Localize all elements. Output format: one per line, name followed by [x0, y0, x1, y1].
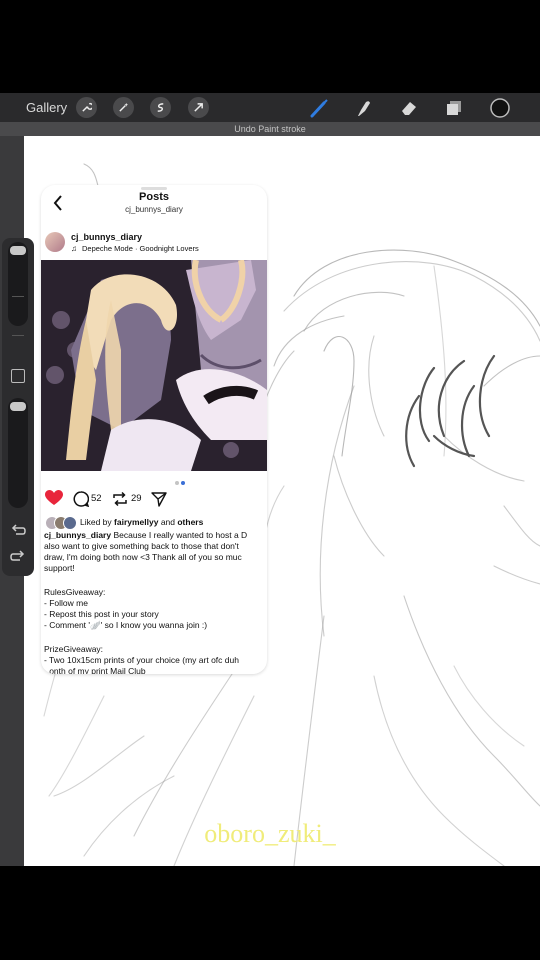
- watermark: oboro_zuki_: [204, 819, 336, 848]
- comment-icon[interactable]: [73, 491, 90, 512]
- modify-square-icon[interactable]: [11, 369, 25, 383]
- repost-icon[interactable]: [112, 491, 128, 512]
- liked-by-line: Liked by fairymellyy and others: [80, 517, 203, 527]
- transform-arrow-icon[interactable]: [188, 97, 209, 118]
- liked-by-others[interactable]: others: [177, 517, 203, 527]
- color-icon[interactable]: [489, 97, 511, 119]
- music-track[interactable]: Depeche Mode · Goodnight Lovers: [82, 244, 199, 253]
- wrench-icon[interactable]: [76, 97, 97, 118]
- avatar[interactable]: [45, 232, 65, 252]
- eraser-icon[interactable]: [398, 97, 420, 119]
- repost-count: 29: [131, 493, 142, 504]
- smudge-icon[interactable]: [352, 97, 374, 119]
- redo-icon[interactable]: [10, 549, 26, 568]
- prize-title: PrizeGiveaway:: [44, 644, 104, 654]
- caption-line: also want to give something back to thos…: [44, 541, 239, 551]
- top-toolbar: Gallery: [0, 93, 540, 122]
- brush-icon[interactable]: [308, 97, 330, 119]
- caption-line: support!: [44, 563, 75, 573]
- liked-by-prefix: Liked by: [80, 517, 115, 527]
- caption-line: cj_bunnys_diary Because I really wanted …: [44, 530, 248, 540]
- prize-item: - onth of my print Mail Club: [44, 666, 146, 674]
- comment-count: 52: [91, 493, 102, 504]
- rule-item: - Comment '🪽' so I know you wanna join :…: [44, 620, 208, 630]
- brush-sidebar: [2, 238, 34, 576]
- prize-item: - Two 10x15cm prints of your choice (my …: [44, 655, 239, 665]
- instagram-post-screenshot: Posts cj_bunnys_diary cj_bunnys_diary ♫ …: [41, 185, 267, 674]
- music-note-icon: ♫: [71, 244, 77, 253]
- selection-icon[interactable]: [150, 97, 171, 118]
- opacity-thumb[interactable]: [10, 402, 26, 411]
- rules-title: RulesGiveaway:: [44, 587, 106, 597]
- undo-icon[interactable]: [10, 523, 26, 542]
- layers-icon[interactable]: [443, 97, 465, 119]
- post-caption: cj_bunnys_diary Because I really wanted …: [44, 530, 267, 674]
- rule-item: - Follow me: [44, 598, 88, 608]
- gallery-button[interactable]: Gallery: [26, 100, 67, 115]
- carousel-dot-active: [181, 481, 185, 485]
- caption-username[interactable]: cj_bunnys_diary: [44, 530, 111, 540]
- status-message: Undo Paint stroke: [0, 122, 540, 136]
- rule-item: - Repost this post in your story: [44, 609, 159, 619]
- page-subtitle: cj_bunnys_diary: [125, 205, 183, 214]
- brush-size-slider[interactable]: [8, 242, 28, 336]
- share-icon[interactable]: [151, 491, 167, 512]
- carousel-dot: [175, 481, 179, 485]
- caption-line: draw, I'm doing both now <3 Thank all of…: [44, 552, 242, 562]
- opacity-slider[interactable]: [8, 398, 28, 508]
- liked-by-and: and: [158, 517, 178, 527]
- liker-avatar: [63, 516, 77, 530]
- post-image[interactable]: [41, 260, 267, 471]
- heart-icon[interactable]: [45, 490, 63, 511]
- liked-by-user[interactable]: fairymellyy: [114, 517, 158, 527]
- artwork-illustration: [41, 260, 267, 471]
- brush-size-thumb[interactable]: [10, 246, 26, 255]
- drag-handle: [141, 187, 167, 190]
- magic-wand-icon[interactable]: [113, 97, 134, 118]
- post-username[interactable]: cj_bunnys_diary: [71, 232, 142, 242]
- page-title: Posts: [139, 191, 169, 203]
